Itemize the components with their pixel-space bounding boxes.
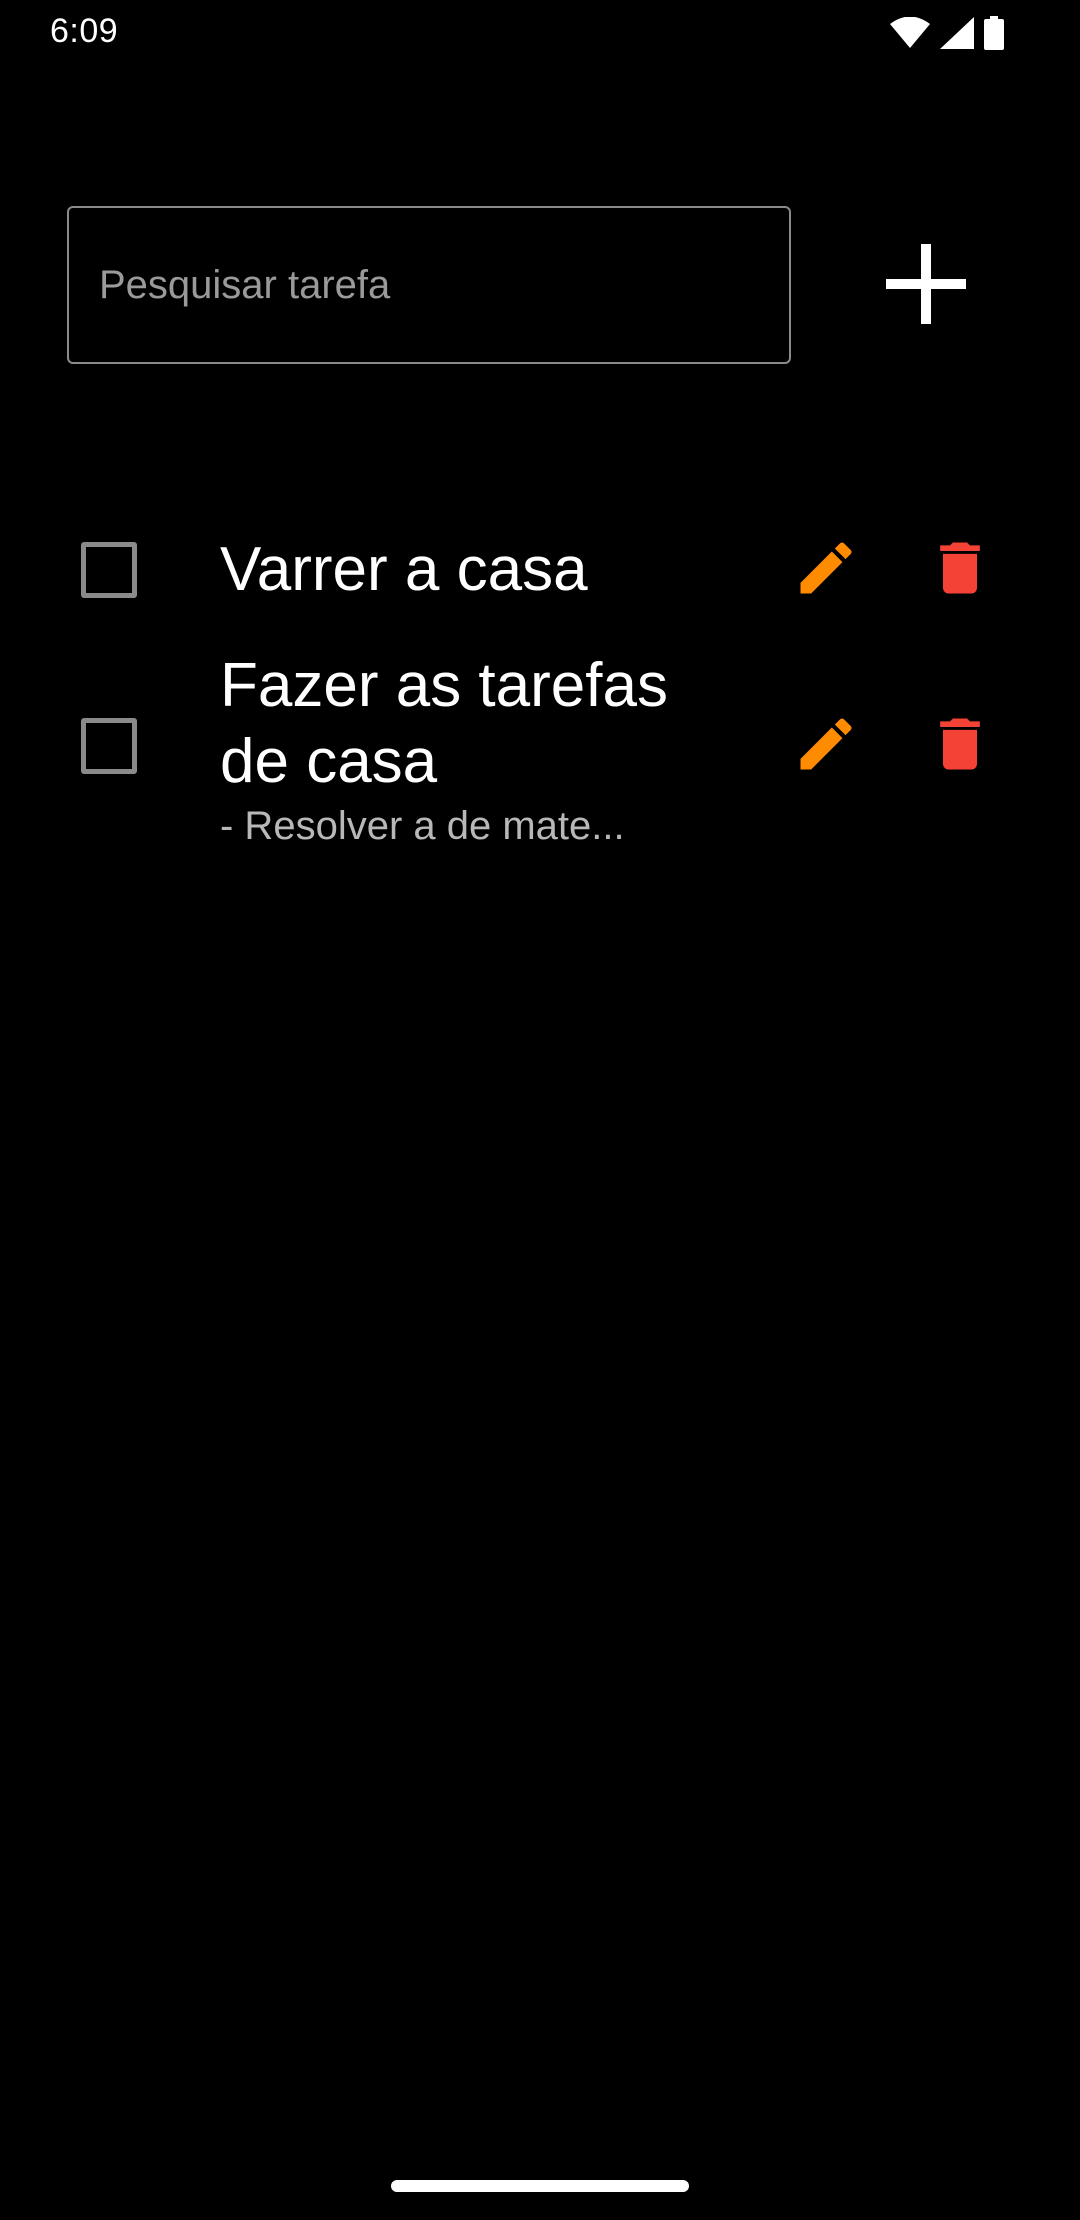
- search-input[interactable]: [99, 208, 759, 362]
- search-field[interactable]: [67, 206, 791, 364]
- cellular-signal-icon: [940, 17, 974, 49]
- task-checkbox[interactable]: [81, 542, 137, 598]
- trash-icon: [926, 710, 994, 783]
- task-title: Fazer as tarefas de casa: [220, 651, 668, 796]
- pencil-icon: [792, 534, 860, 607]
- edit-task-button[interactable]: [786, 706, 866, 786]
- edit-task-button[interactable]: [786, 530, 866, 610]
- trash-icon: [926, 534, 994, 607]
- pencil-icon: [792, 710, 860, 783]
- plus-icon: [886, 243, 966, 329]
- task-item: Varrer a casa: [0, 520, 1080, 620]
- add-task-button[interactable]: [870, 226, 982, 346]
- navigation-handle[interactable]: [391, 2180, 689, 2192]
- status-icons: [890, 16, 1004, 50]
- task-description: - Resolver a de mate...: [220, 804, 625, 848]
- delete-task-button[interactable]: [920, 530, 1000, 610]
- status-time: 6:09: [50, 12, 119, 50]
- battery-icon: [984, 16, 1004, 50]
- status-bar: 6:09: [0, 0, 1080, 66]
- wifi-icon: [890, 17, 930, 49]
- task-item: Fazer as tarefas de casa - Resolver a de…: [0, 648, 1080, 856]
- task-title: Varrer a casa: [220, 535, 588, 604]
- delete-task-button[interactable]: [920, 706, 1000, 786]
- task-checkbox[interactable]: [81, 718, 137, 774]
